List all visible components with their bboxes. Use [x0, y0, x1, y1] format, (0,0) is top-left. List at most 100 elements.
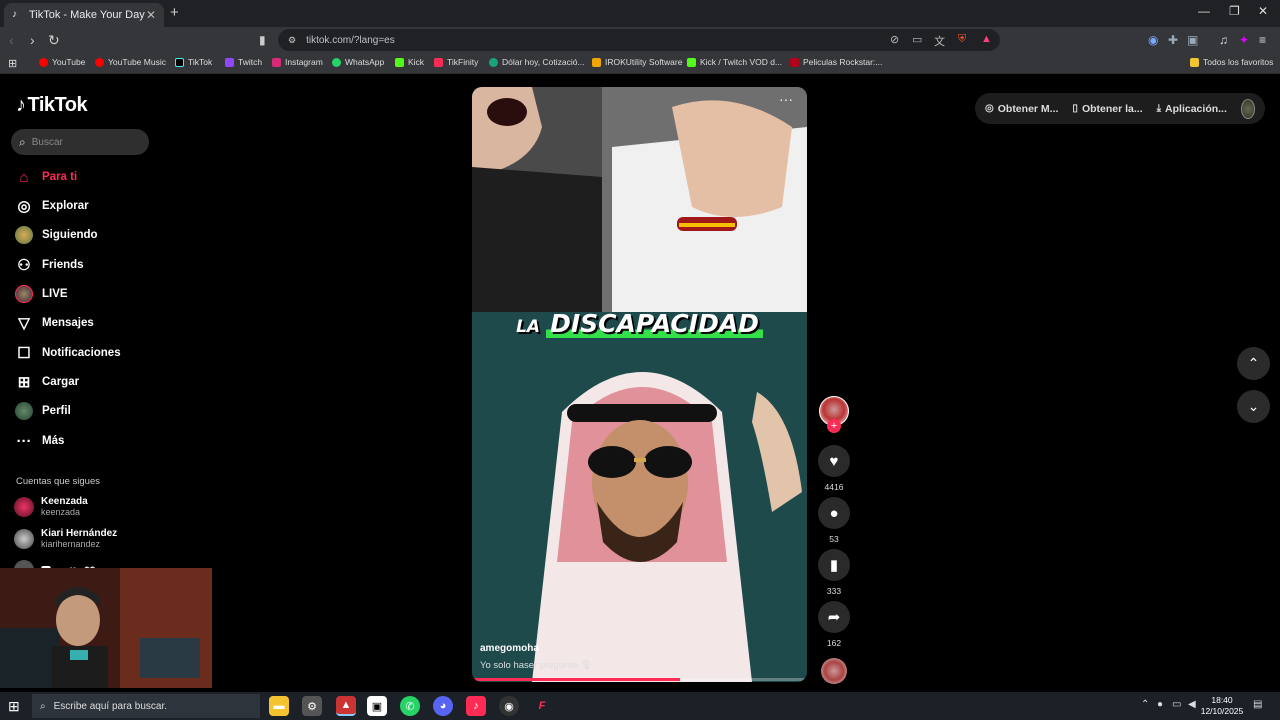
sidebar-icon[interactable]: ▣: [1187, 33, 1198, 47]
nav-perfil[interactable]: Perfil: [14, 400, 71, 422]
search-input[interactable]: ⌕ Buscar: [11, 129, 149, 155]
video-author[interactable]: amegomoha: [480, 643, 539, 654]
desktop-app-button[interactable]: ⤓ Aplicación...: [1157, 103, 1227, 115]
apps-grid-icon[interactable]: ⊞: [8, 57, 17, 70]
taskbar-clock[interactable]: 18:40 12/10/2025: [1198, 695, 1246, 717]
wallet-icon[interactable]: ✦: [1239, 33, 1249, 47]
brave-rewards-icon[interactable]: ▲: [981, 33, 992, 45]
following-heading: Cuentas que sigues: [16, 476, 100, 487]
store-icon[interactable]: ▣: [367, 696, 387, 716]
nav-cargar[interactable]: ⊞ Cargar: [14, 371, 79, 393]
get-app-button[interactable]: ▯ Obtener la...: [1072, 103, 1142, 115]
close-window-button[interactable]: ✕: [1258, 4, 1268, 18]
nav-explorar[interactable]: ◎ Explorar: [14, 195, 88, 217]
speech-icon[interactable]: ◉: [1148, 33, 1158, 47]
bookmark-dolar[interactable]: Dólar hoy, Cotizació...: [489, 57, 585, 67]
music-disc-icon[interactable]: [821, 658, 847, 684]
bookmark-icon[interactable]: ▮: [259, 33, 266, 47]
volume-icon[interactable]: ◀: [1188, 699, 1196, 710]
bookmark-instagram[interactable]: Instagram: [272, 57, 323, 67]
share-button[interactable]: ➦ 162: [818, 601, 850, 648]
address-bar[interactable]: ⚙ tiktok.com/?lang=es ⊘ ▭ 文 ⛨ ▲: [278, 29, 1000, 51]
video-top-frame: ···: [472, 87, 807, 312]
obs-icon[interactable]: ◉: [499, 696, 519, 716]
nav-label: Más: [42, 435, 65, 447]
nav-live[interactable]: LIVE: [14, 283, 68, 305]
video-progress-bar[interactable]: [472, 678, 807, 681]
search-placeholder: Buscar: [31, 136, 63, 148]
nav-mensajes[interactable]: ▽ Mensajes: [14, 312, 94, 334]
back-button[interactable]: ‹: [9, 32, 14, 48]
user-avatar[interactable]: [1240, 98, 1255, 119]
video-caption: LA DISCAPACIDAD: [472, 309, 807, 338]
microphone-icon[interactable]: ●: [1157, 699, 1163, 710]
video-more-icon[interactable]: ···: [779, 91, 793, 107]
nav-siguiendo[interactable]: Siguiendo: [14, 224, 98, 246]
bookmark-kick[interactable]: Kick: [395, 57, 424, 67]
new-tab-button[interactable]: +: [170, 4, 179, 21]
url-text[interactable]: tiktok.com/?lang=es: [306, 35, 395, 46]
bookmark-tiktok[interactable]: TikTok: [175, 57, 212, 67]
video-progress-fill: [472, 678, 680, 681]
whatsapp-taskbar-icon[interactable]: ✆: [400, 696, 420, 716]
close-tab-icon[interactable]: ✕: [146, 8, 156, 22]
file-explorer-icon[interactable]: ▬: [269, 696, 289, 716]
previous-video-button[interactable]: ⌃: [1237, 347, 1270, 380]
following-avatar: [14, 225, 34, 245]
bookmark-tikfinity[interactable]: TikFinity: [434, 57, 478, 67]
tiktok-taskbar-icon[interactable]: ♪: [466, 696, 486, 716]
account-name: Keenzada: [41, 496, 88, 507]
tiktok-logo[interactable]: ♪ TikTok: [16, 94, 88, 117]
no-tracking-icon[interactable]: ⊘: [890, 33, 899, 46]
minimize-button[interactable]: —: [1198, 4, 1210, 18]
settings-app-icon[interactable]: ⚙: [302, 696, 322, 716]
comment-button[interactable]: ● 53: [818, 497, 850, 544]
nav-para-ti[interactable]: ⌂ Para ti: [14, 166, 77, 188]
following-account[interactable]: Keenzada keenzada: [14, 496, 88, 517]
tikfinity-taskbar-icon[interactable]: F: [532, 696, 552, 716]
cast-icon[interactable]: ▭: [912, 33, 922, 46]
share-icon: ➦: [818, 601, 850, 633]
notifications-icon[interactable]: ▤: [1253, 699, 1262, 710]
brave-shield-icon[interactable]: ⛨: [958, 33, 966, 46]
bookmark-youtube[interactable]: YouTube: [39, 57, 85, 67]
bookmark-label: WhatsApp: [345, 57, 385, 67]
brave-browser-icon[interactable]: ▲: [336, 696, 356, 716]
network-icon[interactable]: ▭: [1172, 699, 1181, 710]
chevron-up-icon: ⌃: [1247, 355, 1260, 371]
nav-mas[interactable]: ··· Más: [14, 430, 65, 452]
like-button[interactable]: ♥ 4416: [818, 445, 850, 492]
follow-plus-icon[interactable]: +: [827, 419, 841, 433]
nav-label: Notificaciones: [42, 347, 121, 359]
extensions-icon[interactable]: ✚: [1168, 33, 1178, 47]
all-bookmarks-folder[interactable]: Todos los favoritos: [1190, 57, 1273, 67]
following-account[interactable]: Kiari Hernández kiarihernandez: [14, 528, 117, 549]
next-video-button[interactable]: ⌄: [1237, 390, 1270, 423]
windows-start-icon[interactable]: ⊞: [8, 698, 20, 715]
video-player[interactable]: ··· LA DISCAPACIDAD amegomoha Yo solo has…: [472, 87, 807, 682]
nav-friends[interactable]: ⚇ Friends: [14, 254, 83, 276]
bookmark-whatsapp[interactable]: WhatsApp: [332, 57, 384, 67]
site-info-icon[interactable]: ⚙: [288, 35, 296, 46]
tray-expand-icon[interactable]: ⌃: [1141, 699, 1149, 710]
bookmark-label: Peliculas Rockstar:...: [803, 57, 883, 67]
reload-button[interactable]: ↻: [48, 32, 60, 49]
browser-toolbar: ‹ › ↻ ▮ ⚙ tiktok.com/?lang=es ⊘ ▭ 文 ⛨ ▲ …: [0, 27, 1280, 53]
bookmark-kick-twitch-vod[interactable]: Kick / Twitch VOD d...: [687, 57, 782, 67]
forward-button[interactable]: ›: [30, 32, 35, 48]
music-icon[interactable]: ♫: [1219, 33, 1228, 47]
discord-icon[interactable]: ◕: [433, 696, 453, 716]
bookmark-peliculas[interactable]: Peliculas Rockstar:...: [790, 57, 882, 67]
translate-icon[interactable]: 文: [934, 33, 945, 49]
restore-button[interactable]: ❐: [1229, 4, 1240, 18]
nav-label: LIVE: [42, 288, 68, 300]
bookmark-irokutility[interactable]: IROKUtility Software: [592, 57, 682, 67]
browser-tab[interactable]: ♪ TikTok - Make Your Day ✕: [4, 3, 164, 27]
menu-icon[interactable]: ≡: [1259, 33, 1266, 47]
save-button[interactable]: ▮ 333: [818, 549, 850, 596]
bookmark-twitch[interactable]: Twitch: [225, 57, 262, 67]
nav-notificaciones[interactable]: ☐ Notificaciones: [14, 342, 121, 364]
taskbar-search-input[interactable]: ⌕ Escribe aquí para buscar.: [32, 694, 260, 718]
bookmark-youtube-music[interactable]: YouTube Music: [95, 57, 166, 67]
get-coins-button[interactable]: ◎ Obtener M...: [985, 103, 1058, 115]
